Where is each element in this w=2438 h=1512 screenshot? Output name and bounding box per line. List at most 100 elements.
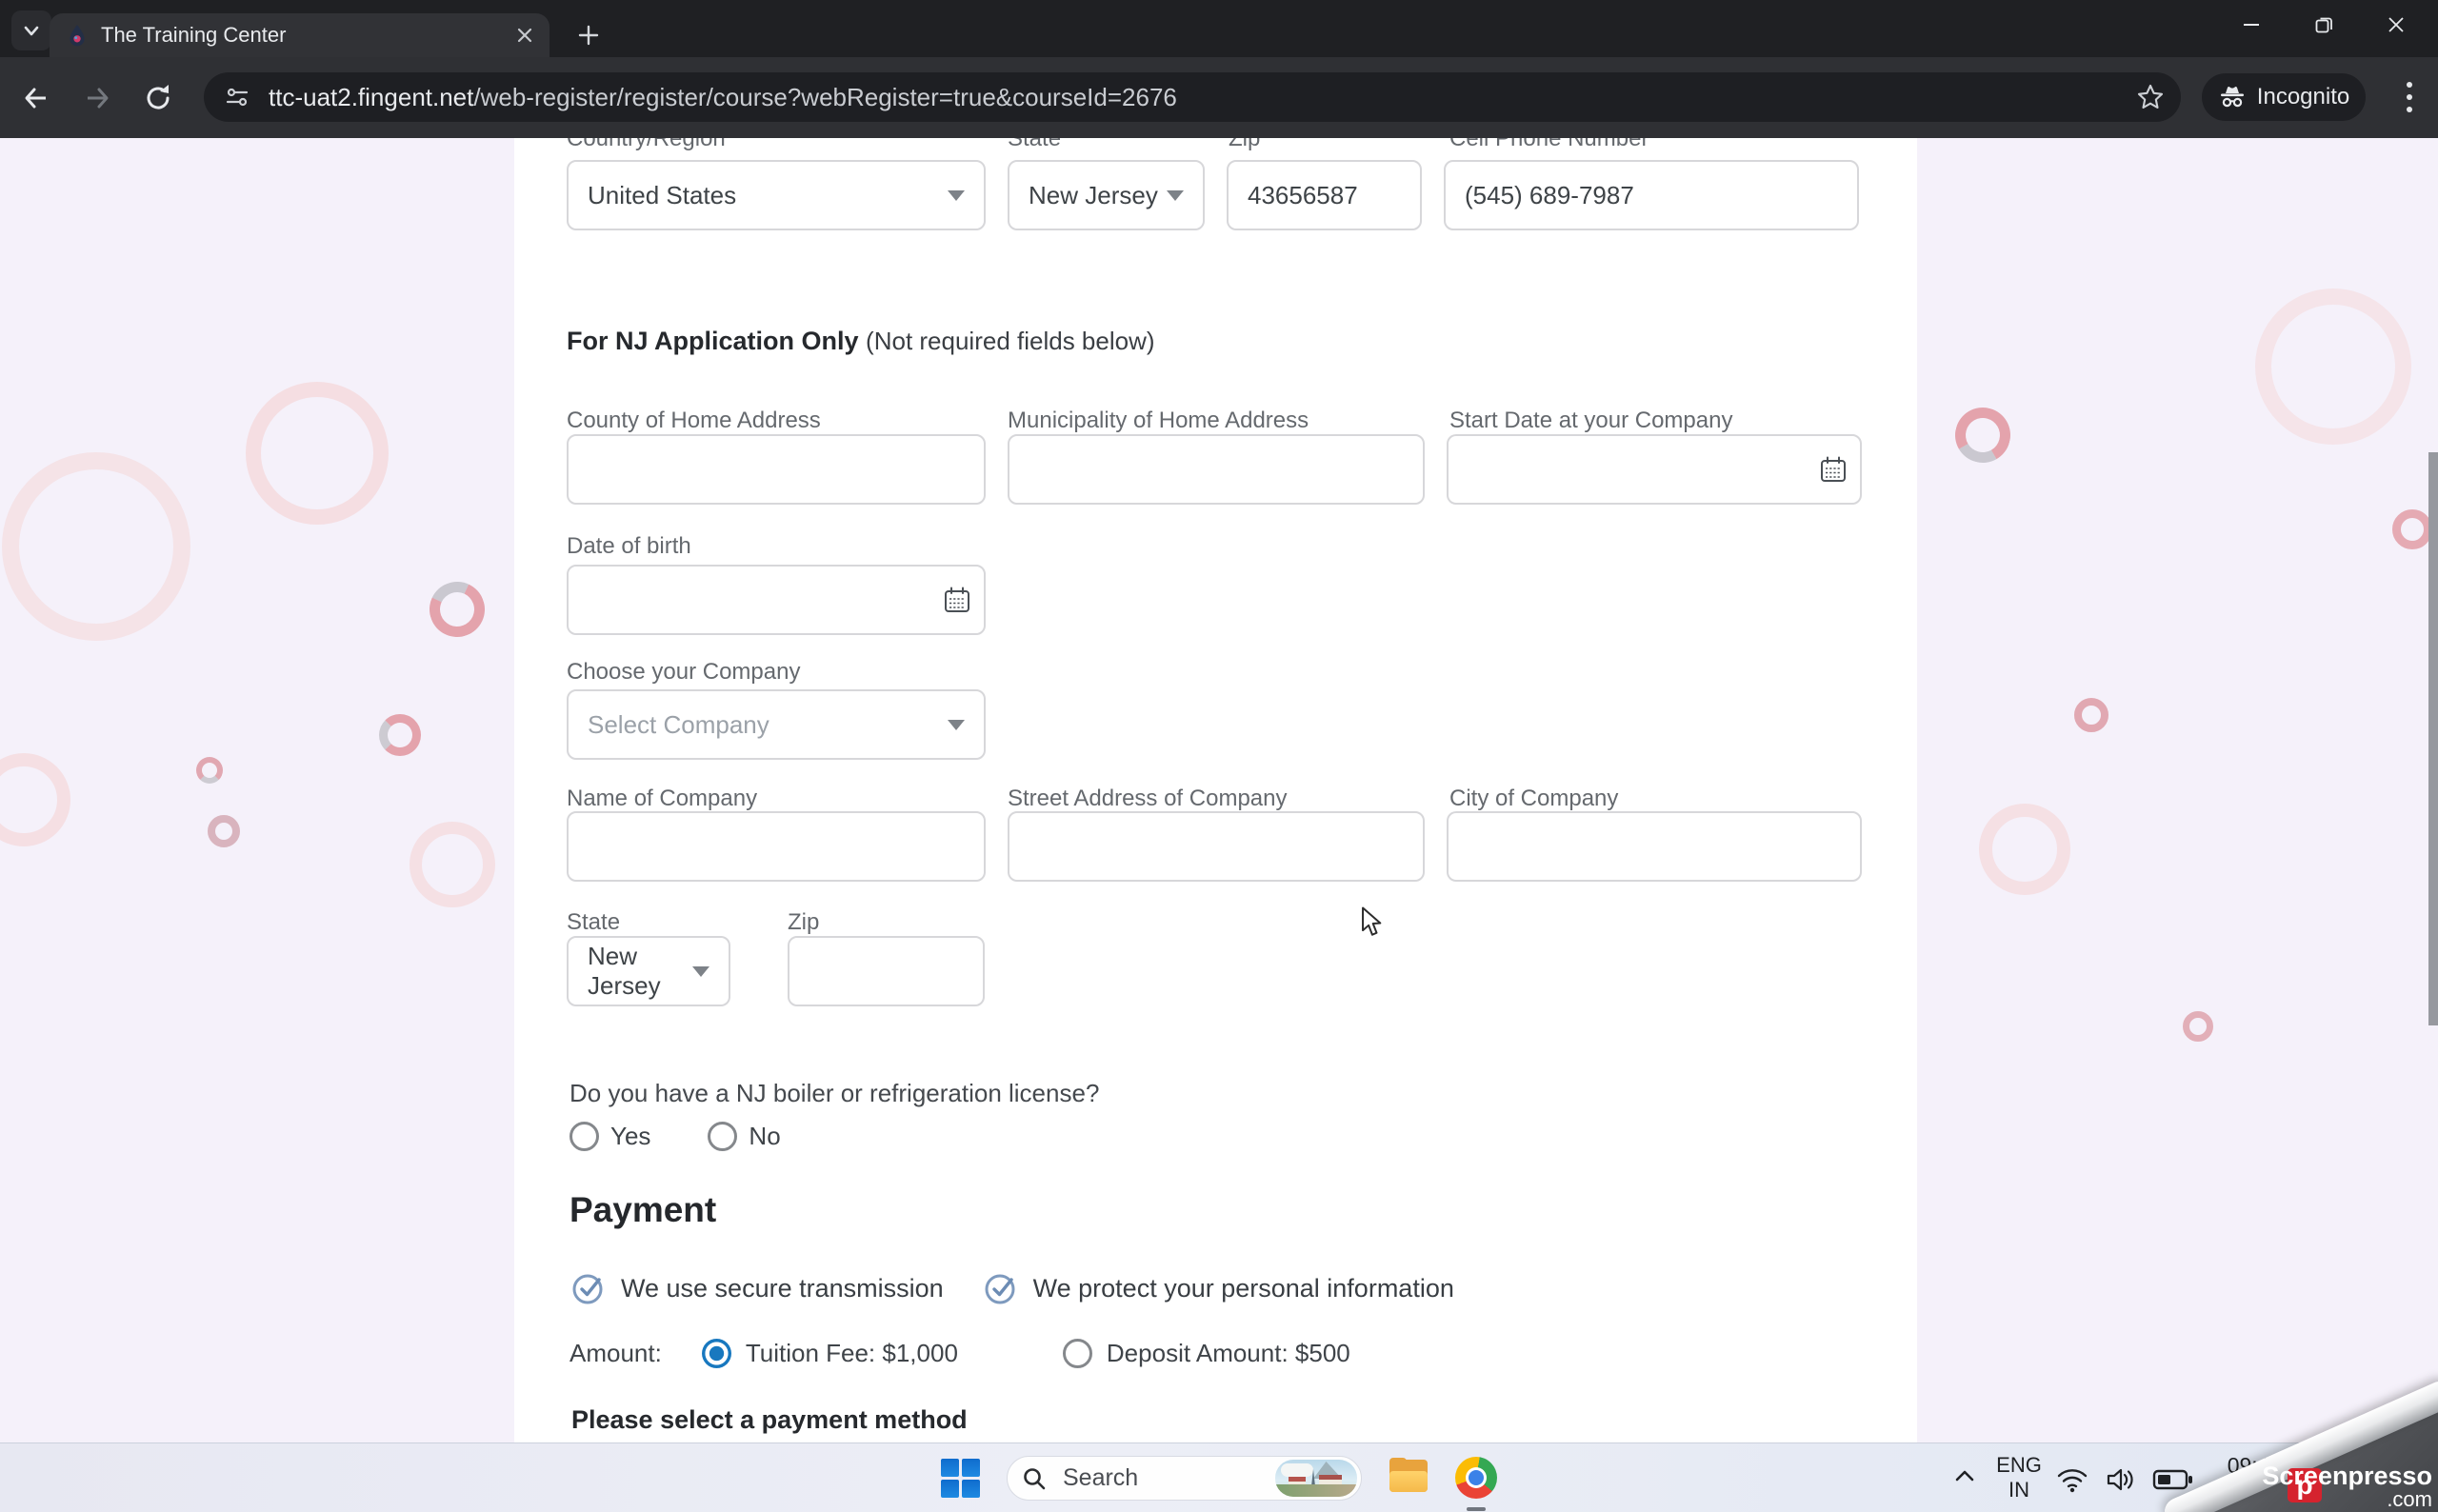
wifi-button[interactable] (2055, 1466, 2089, 1498)
decorative-ring (421, 573, 493, 646)
reload-button[interactable] (137, 77, 179, 119)
municipality-input[interactable] (1008, 434, 1425, 505)
zip-input[interactable] (1227, 160, 1422, 230)
window-controls (2215, 0, 2432, 50)
payment-method-prompt: Please select a payment method (571, 1405, 968, 1434)
top-row-labels: Country/Region State Zip Cell Phone Numb… (567, 138, 1649, 152)
decorative-ring (2392, 509, 2432, 549)
amount-row: Amount: Tuition Fee: $1,000 Deposit Amou… (570, 1339, 1350, 1368)
bookmark-star-button[interactable] (2135, 82, 2166, 117)
nj-section-heading: For NJ Application Only (Not required fi… (567, 327, 1155, 356)
license-no-label: No (749, 1122, 781, 1150)
screen: The Training Center ttc-uat2.fingent.net… (0, 0, 2438, 1512)
phone-label: Cell Phone Number (1449, 138, 1649, 151)
company-row-fields (567, 811, 1862, 882)
decorative-ring (2183, 1011, 2213, 1042)
state-zip-fields: New Jersey (567, 936, 985, 1006)
address-bar[interactable]: ttc-uat2.fingent.net/web-register/regist… (204, 72, 2181, 122)
license-no-radio[interactable] (708, 1122, 738, 1151)
chrome-button[interactable] (1455, 1457, 1497, 1499)
restore-icon (2315, 17, 2332, 33)
calendar-icon[interactable] (942, 585, 972, 615)
zip-label: Zip (1229, 138, 1261, 151)
secure-row: We use secure transmission We protect yo… (570, 1269, 1454, 1307)
state-label: State (1008, 138, 1062, 151)
tab-title: The Training Center (101, 23, 287, 47)
mouse-cursor (1362, 906, 1382, 936)
state-select[interactable]: New Jersey (1008, 160, 1205, 230)
language-indicator[interactable]: ENG IN (1992, 1453, 2046, 1502)
tab-search-button[interactable] (11, 10, 51, 50)
tuition-fee-radio[interactable] (701, 1339, 731, 1368)
volume-button[interactable] (2105, 1465, 2137, 1499)
forward-arrow-icon (88, 88, 109, 109)
page-scrollbar[interactable] (2428, 452, 2438, 1025)
window-close-button[interactable] (2360, 0, 2432, 50)
decorative-ring (379, 714, 421, 756)
country-value: United States (588, 180, 737, 209)
company-name-input[interactable] (567, 811, 986, 882)
county-input[interactable] (567, 434, 986, 505)
bing-daily-image[interactable] (1275, 1460, 1357, 1497)
file-explorer-button[interactable] (1388, 1458, 1429, 1496)
company-select[interactable]: Select Company (567, 689, 986, 760)
back-button[interactable] (15, 77, 57, 119)
protect-info-text: We protect your personal information (1032, 1273, 1454, 1303)
state-value: New Jersey (1029, 180, 1158, 209)
dob-label: Date of birth (567, 533, 691, 559)
start-button[interactable] (941, 1459, 980, 1498)
ground-shape (1275, 1484, 1357, 1497)
tab-close-icon[interactable] (515, 26, 534, 45)
company-city-label: City of Company (1449, 786, 1619, 811)
company-state-select[interactable]: New Jersey (567, 936, 730, 1006)
new-tab-button[interactable] (570, 16, 608, 54)
screenpresso-domain: .com (2387, 1487, 2432, 1511)
calendar-icon[interactable] (1818, 454, 1848, 485)
top-row-fields: United States New Jersey (567, 160, 1859, 230)
forward-button[interactable] (76, 77, 118, 119)
browser-toolbar: ttc-uat2.fingent.net/web-register/regist… (0, 57, 2438, 138)
incognito-badge: Incognito (2202, 73, 2366, 121)
address-row-fields (567, 434, 1862, 505)
decorative-ring (2074, 698, 2108, 732)
cloud-shape (1281, 1463, 1313, 1477)
nj-section-title: For NJ Application Only (567, 327, 859, 355)
chevron-down-icon (692, 965, 709, 977)
start-date-label: Start Date at your Company (1449, 408, 1733, 433)
company-zip-input[interactable] (788, 936, 985, 1006)
company-name-label: Name of Company (567, 786, 758, 811)
company-select-label: Choose your Company (567, 659, 801, 685)
browser-menu-button[interactable] (2390, 78, 2428, 116)
license-yes-radio[interactable] (570, 1122, 599, 1151)
tray-overflow-button[interactable] (1952, 1466, 1977, 1492)
url-text[interactable]: ttc-uat2.fingent.net/web-register/regist… (269, 83, 1177, 112)
start-date-input[interactable] (1447, 434, 1862, 505)
speaker-icon (2107, 1468, 2133, 1491)
browser-tab[interactable]: The Training Center (50, 13, 550, 57)
dob-input[interactable] (567, 565, 986, 635)
decorative-ring (1979, 804, 2070, 895)
language-line1: ENG (1996, 1453, 2042, 1477)
browser-tabstrip: The Training Center (0, 0, 2438, 57)
page-viewport: Country/Region State Zip Cell Phone Numb… (0, 138, 2438, 1442)
deposit-amount-label: Deposit Amount: $500 (1106, 1339, 1350, 1367)
screenpresso-watermark: p Screenpresso .com (2160, 1377, 2438, 1512)
decorative-ring (208, 815, 240, 847)
window-minimize-button[interactable] (2215, 0, 2288, 50)
deposit-amount-radio[interactable] (1062, 1339, 1092, 1368)
county-label: County of Home Address (567, 408, 821, 433)
country-select[interactable]: United States (567, 160, 986, 230)
company-city-input[interactable] (1447, 811, 1862, 882)
decorative-ring (0, 753, 70, 846)
phone-input[interactable] (1444, 160, 1859, 230)
taskbar-search[interactable]: Search (1007, 1456, 1362, 1501)
decorative-ring (2255, 288, 2411, 445)
plus-icon (578, 25, 599, 46)
check-circle-icon (985, 1274, 1015, 1304)
company-street-input[interactable] (1008, 811, 1425, 882)
window-restore-button[interactable] (2288, 0, 2360, 50)
folder-icon (1388, 1458, 1429, 1496)
site-settings-icon[interactable] (223, 83, 251, 111)
decorative-ring (2, 452, 190, 641)
chrome-icon (1455, 1457, 1497, 1499)
